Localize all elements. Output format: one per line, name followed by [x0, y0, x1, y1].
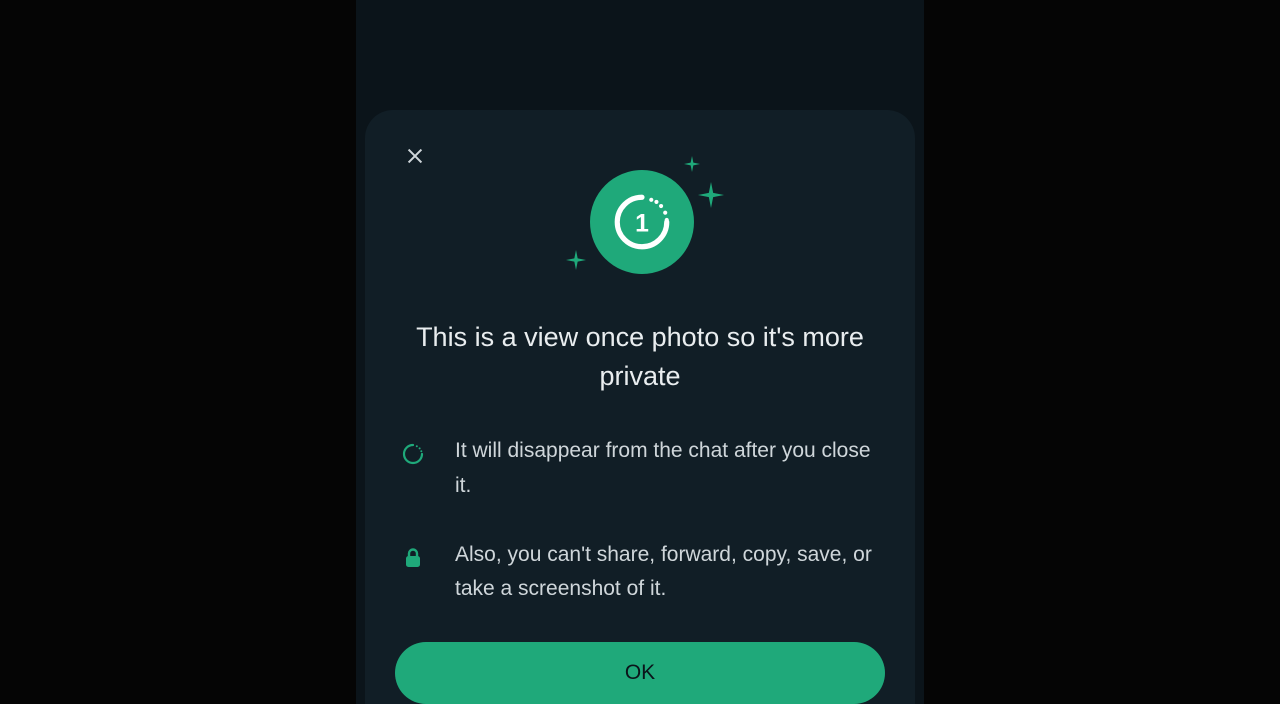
hero-graphic: 1 — [391, 160, 889, 290]
lock-icon — [399, 544, 427, 572]
dialog-title: This is a view once photo so it's more p… — [391, 318, 889, 396]
bullet-item: It will disappear from the chat after yo… — [399, 434, 883, 503]
bullet-list: It will disappear from the chat after yo… — [391, 434, 889, 607]
sparkle-icon — [566, 250, 586, 270]
view-once-badge-icon: 1 — [590, 170, 694, 274]
bullet-text: It will disappear from the chat after yo… — [455, 434, 883, 503]
sparkle-icon — [698, 182, 724, 208]
bullet-item: Also, you can't share, forward, copy, sa… — [399, 538, 883, 607]
screen: 1 This is a view once photo so it's more… — [0, 0, 1280, 704]
disappearing-circle-icon — [399, 440, 427, 468]
ok-button[interactable]: OK — [395, 642, 885, 704]
sparkle-icon — [684, 156, 700, 172]
close-icon — [404, 145, 426, 172]
ok-button-label: OK — [625, 661, 655, 685]
view-once-info-dialog: 1 This is a view once photo so it's more… — [365, 110, 915, 704]
bullet-text: Also, you can't share, forward, copy, sa… — [455, 538, 883, 607]
svg-text:1: 1 — [635, 210, 649, 237]
